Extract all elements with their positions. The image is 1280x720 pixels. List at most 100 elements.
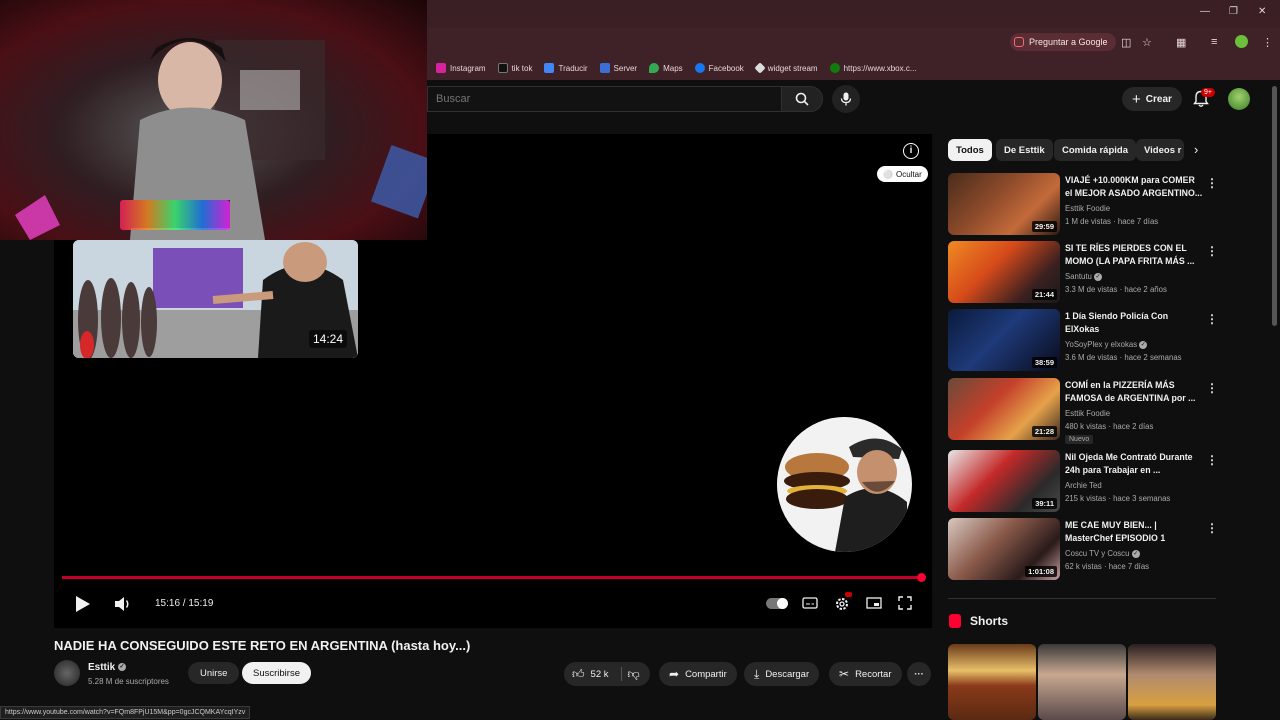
thumbs-up-icon: 👍︎ — [572, 666, 585, 681]
video-meta: 3.3 M de vistas · hace 2 años — [1065, 285, 1167, 294]
volume-icon[interactable] — [114, 596, 132, 612]
chip-videos[interactable]: Videos r — [1136, 139, 1184, 161]
video-title: NADIE HA CONSEGUIDO ESTE RETO EN ARGENTI… — [54, 638, 471, 653]
like-divider — [620, 667, 622, 681]
info-icon[interactable]: i — [903, 143, 919, 159]
short-thumbnail[interactable] — [1128, 644, 1216, 720]
reading-list-icon[interactable]: ≡ — [1211, 36, 1217, 48]
bookmark-traducir[interactable]: Traducir — [544, 63, 588, 73]
recommended-video[interactable]: 21:44 SI TE RÍES PIERDES CON EL MOMO (LA… — [948, 241, 1218, 305]
facebook-icon — [694, 63, 705, 73]
verified-icon: ✓ — [1131, 549, 1140, 558]
more-vert-icon[interactable]: ⋮ — [1206, 244, 1218, 258]
more-vert-icon[interactable]: ⋮ — [1206, 312, 1218, 326]
profile-avatar-icon[interactable] — [1235, 35, 1248, 48]
voice-search-button[interactable] — [832, 85, 860, 113]
dislike-button[interactable]: 👎︎ — [628, 667, 640, 682]
account-avatar[interactable] — [1228, 88, 1250, 110]
bookmark-label: widget stream — [767, 63, 818, 73]
bookmark-server[interactable]: Server — [599, 63, 637, 73]
bookmark-label: Instagram — [450, 63, 486, 73]
clip-button[interactable]: ✂ Recortar — [829, 662, 902, 686]
video-channel: Santutu ✓ — [1065, 272, 1103, 281]
more-vert-icon[interactable]: ⋮ — [1206, 453, 1218, 467]
autoplay-toggle[interactable] — [766, 598, 788, 609]
shorts-divider — [948, 598, 1216, 599]
recommended-video[interactable]: 21:28 COMÍ en la PIZZERÍA MÁS FAMOSA de … — [948, 378, 1218, 444]
video-time: 15:16 / 15:19 — [155, 598, 214, 609]
settings-gear-icon[interactable] — [834, 596, 850, 612]
video-meta: 62 k vistas · hace 7 días — [1065, 562, 1150, 571]
recommended-video[interactable]: 29:59 VIAJÉ +10.000KM para COMER el MEJO… — [948, 173, 1218, 237]
short-thumbnail[interactable] — [948, 644, 1036, 720]
play-button[interactable] — [72, 594, 92, 614]
ask-google-button[interactable]: Preguntar a Google — [1010, 33, 1116, 51]
install-app-icon[interactable]: ◫ — [1121, 36, 1131, 49]
shorts-logo-icon — [949, 614, 961, 628]
video-meta: 480 k vistas · hace 2 días — [1065, 422, 1154, 431]
share-label: Compartir — [685, 668, 727, 680]
like-button[interactable]: 👍︎ 52 k — [572, 667, 609, 682]
miniplayer-icon[interactable] — [866, 596, 882, 610]
chip-todos[interactable]: Todos — [948, 139, 992, 161]
share-button[interactable]: ➦ Compartir — [659, 662, 737, 686]
hd-badge — [845, 592, 852, 597]
scissors-icon: ✂ — [839, 667, 850, 681]
bookmark-star-icon[interactable]: ☆ — [1142, 36, 1152, 49]
autoplay-knob — [777, 598, 788, 609]
search-input[interactable] — [427, 86, 781, 112]
minimize-icon[interactable]: — — [1200, 6, 1210, 17]
video-duration: 39:11 — [1032, 498, 1057, 509]
recommended-video[interactable]: 38:59 1 Día Siendo Policía Con ElXokas Y… — [948, 309, 1218, 373]
microphone-icon — [840, 92, 852, 106]
restore-icon[interactable]: ❐ — [1229, 6, 1238, 17]
webcam-overlay — [0, 0, 427, 240]
channel-name[interactable]: Esttik ✓ — [88, 662, 127, 673]
channel-avatar[interactable] — [54, 660, 80, 686]
bookmark-tiktok[interactable]: tik tok — [497, 63, 533, 73]
bookmark-label: tik tok — [511, 63, 533, 73]
progress-bar[interactable] — [62, 576, 922, 579]
eye-off-icon: ⚪ — [883, 169, 893, 179]
short-thumbnail[interactable] — [1038, 644, 1126, 720]
chip-comida-rapida[interactable]: Comida rápida — [1054, 139, 1136, 161]
more-vert-icon[interactable]: ⋮ — [1206, 521, 1218, 535]
chip-de-esttik[interactable]: De Esttik — [996, 139, 1053, 161]
video-channel: Esttik Foodie — [1065, 409, 1110, 418]
download-button[interactable]: ⤓ Descargar — [744, 662, 820, 686]
bookmark-label: Maps — [663, 63, 683, 73]
join-button[interactable]: Unirse — [188, 662, 240, 684]
page-scrollbar[interactable] — [1272, 86, 1277, 326]
bookmark-instagram[interactable]: Instagram — [436, 63, 486, 73]
bookmark-maps[interactable]: Maps — [649, 63, 683, 73]
hide-end-screen-button[interactable]: ⚪ Ocultar — [877, 166, 928, 182]
channel-avatar-image — [777, 417, 911, 552]
chevron-right-icon[interactable]: › — [1194, 142, 1198, 157]
create-button[interactable]: + Crear — [1122, 87, 1182, 111]
more-actions-button[interactable]: ··· — [907, 662, 931, 686]
bookmark-facebook[interactable]: Facebook — [694, 63, 744, 73]
close-icon[interactable]: ✕ — [1258, 6, 1266, 17]
video-channel: Coscu TV y Coscu ✓ — [1065, 549, 1140, 558]
search-button[interactable] — [781, 86, 823, 112]
more-vert-icon[interactable]: ⋮ — [1206, 176, 1218, 190]
video-channel-label: Coscu TV y Coscu — [1065, 549, 1130, 558]
browser-menu-icon[interactable]: ⋮ — [1262, 36, 1273, 49]
subtitles-icon[interactable] — [802, 596, 818, 610]
end-screen-channel-avatar[interactable] — [777, 417, 912, 552]
fullscreen-icon[interactable] — [898, 596, 912, 610]
more-horizontal-icon: ··· — [914, 668, 924, 680]
extensions-icon[interactable]: ▦ — [1176, 36, 1186, 49]
verified-icon: ✓ — [118, 663, 127, 672]
video-title: ME CAE MUY BIEN... | MasterChef EPISODIO… — [1065, 520, 1166, 543]
recommended-video[interactable]: 1:01:08 ME CAE MUY BIEN... | MasterChef … — [948, 518, 1218, 582]
video-thumbnail: 21:44 — [948, 241, 1060, 303]
more-vert-icon[interactable]: ⋮ — [1206, 381, 1218, 395]
maps-pin-icon — [649, 63, 660, 73]
bookmark-widget-stream[interactable]: widget stream — [754, 62, 818, 74]
recommended-video[interactable]: 39:11 Nil Ojeda Me Contrató Durante 24h … — [948, 450, 1218, 514]
bookmark-xbox[interactable]: https://www.xbox.c... — [829, 63, 917, 73]
video-duration: 21:28 — [1031, 426, 1057, 437]
subscribe-button[interactable]: Suscribirse — [242, 662, 311, 684]
channel-name-label: Esttik — [88, 662, 116, 673]
